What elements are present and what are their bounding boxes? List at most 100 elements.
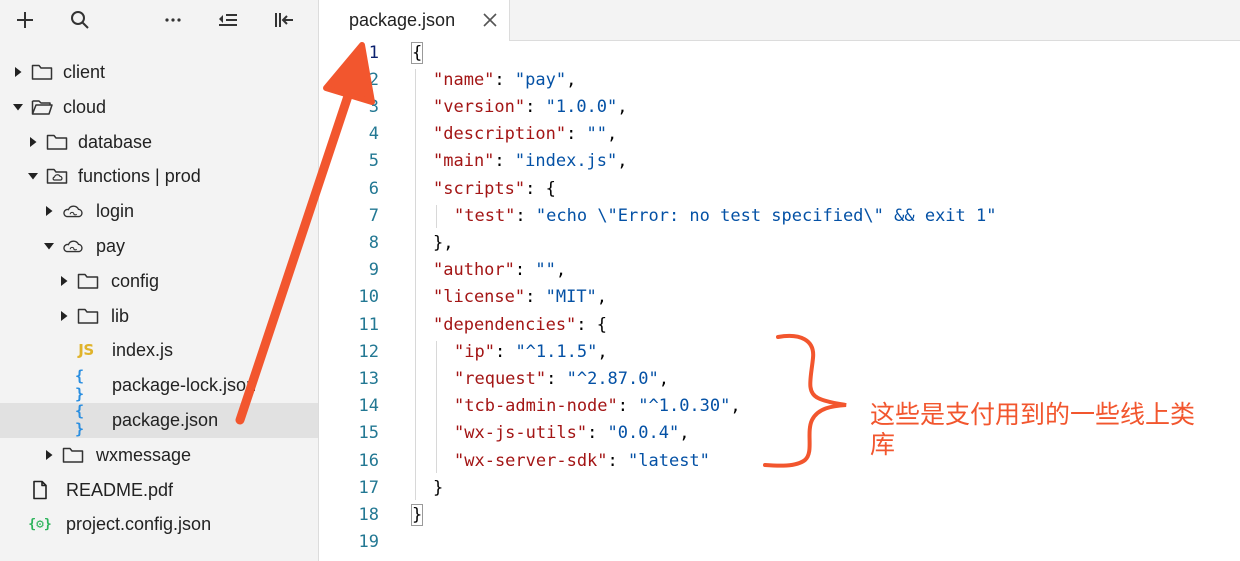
- tree-item-readme-pdf[interactable]: README.pdf: [0, 473, 318, 508]
- tab-label: package.json: [349, 10, 456, 30]
- tree-item-index-js[interactable]: JS index.js: [0, 333, 318, 368]
- line-number: 8: [368, 232, 379, 253]
- line-number: 18: [358, 504, 379, 525]
- folder-icon: [62, 445, 84, 465]
- line-number: 4: [368, 124, 379, 145]
- code-line[interactable]: "author": "",: [433, 257, 566, 284]
- tree-item-lib[interactable]: lib: [0, 299, 318, 334]
- code-line[interactable]: "request": "^2.87.0",: [454, 366, 669, 393]
- indent-guide: [436, 204, 437, 228]
- folder-icon: [31, 62, 53, 82]
- search-icon[interactable]: [65, 6, 95, 34]
- caret-down-icon[interactable]: [43, 240, 55, 252]
- line-number: 14: [358, 396, 379, 417]
- tree-item-label: client: [63, 62, 106, 82]
- tree-item-package-lock-json[interactable]: { } package-lock.json: [0, 367, 318, 404]
- tree-item-label: project.config.json: [66, 514, 212, 535]
- line-number: 17: [358, 477, 379, 498]
- tree-item-login[interactable]: login: [0, 194, 318, 229]
- tree-item-label: wxmessage: [96, 444, 192, 465]
- caret-right-icon[interactable]: [43, 449, 55, 461]
- indent-guide: [415, 68, 416, 500]
- caret-right-icon[interactable]: [27, 136, 39, 148]
- folder-open-icon: [31, 97, 53, 117]
- tree-item-pay[interactable]: pay: [0, 229, 318, 264]
- folder-icon: [77, 306, 99, 326]
- line-number: 7: [368, 205, 379, 226]
- code-line[interactable]: }: [433, 475, 443, 502]
- toggle-panel-icon[interactable]: [270, 6, 300, 34]
- tree-item-database[interactable]: database: [0, 125, 318, 160]
- tree-item-label: config: [111, 270, 160, 291]
- line-number: 15: [358, 423, 379, 444]
- caret-down-icon[interactable]: [27, 170, 39, 182]
- js-file-icon: JS: [78, 341, 94, 360]
- tree-item-label: package-lock.json: [112, 375, 257, 396]
- line-number: 9: [368, 260, 379, 281]
- line-number: 11: [358, 314, 379, 335]
- code-line[interactable]: "license": "MIT",: [433, 284, 607, 311]
- code-line[interactable]: "ip": "^1.1.5",: [454, 339, 608, 366]
- close-icon[interactable]: [481, 11, 499, 29]
- plus-icon[interactable]: [10, 6, 40, 34]
- json-file-icon: { }: [75, 367, 85, 404]
- line-number: 6: [368, 178, 379, 199]
- file-explorer: client cloud database functions | prod login…: [0, 0, 319, 561]
- tree-item-client[interactable]: client: [0, 55, 318, 90]
- cloud-function-icon: [62, 201, 84, 221]
- code-line[interactable]: "main": "index.js",: [433, 148, 628, 175]
- code-line[interactable]: "dependencies": {: [433, 312, 607, 339]
- ide-window: client cloud database functions | prod login…: [0, 0, 1240, 561]
- line-number: 12: [358, 341, 379, 362]
- line-number: 13: [358, 368, 379, 389]
- config-file-icon: {⚙}: [28, 516, 52, 532]
- caret-right-icon[interactable]: [12, 66, 24, 78]
- json-file-icon: { }: [75, 401, 85, 438]
- tree-item-cloud[interactable]: cloud: [0, 90, 318, 125]
- code-line[interactable]: "name": "pay",: [433, 67, 576, 94]
- code-line[interactable]: }: [410, 502, 424, 529]
- code-line[interactable]: "scripts": {: [433, 176, 556, 203]
- code-line[interactable]: "test": "echo \"Error: no test specified…: [454, 203, 996, 230]
- tree-item-label: README.pdf: [66, 479, 174, 500]
- collapse-list-icon[interactable]: [213, 6, 243, 34]
- tab-package-json[interactable]: package.json: [319, 0, 510, 41]
- tree-item-package-json[interactable]: { } package.json: [0, 401, 318, 438]
- code-line[interactable]: "wx-js-utils": "0.0.4",: [454, 420, 689, 447]
- caret-right-icon[interactable]: [43, 205, 55, 217]
- tree-item-config[interactable]: config: [0, 264, 318, 299]
- line-number: 3: [368, 96, 379, 117]
- code-line[interactable]: "wx-server-sdk": "latest": [454, 448, 710, 475]
- cloud-function-icon: [62, 236, 84, 256]
- tree-item-label: cloud: [63, 96, 107, 117]
- tree-item-label: index.js: [112, 340, 174, 361]
- line-number: 16: [358, 450, 379, 471]
- tree-item-label: lib: [111, 305, 130, 326]
- explorer-toolbar: [0, 0, 318, 40]
- caret-right-icon[interactable]: [58, 310, 70, 322]
- annotation-text: 这些是支付用到的一些线上类库: [870, 400, 1196, 459]
- code-editor[interactable]: 1 2 3 4 5 6 7 8 9 10 11 12 13 14 15 16 17 18 19 {"name": "…: [319, 41, 1240, 561]
- more-icon[interactable]: [158, 6, 188, 34]
- code-line[interactable]: "version": "1.0.0",: [433, 94, 628, 121]
- caret-right-icon[interactable]: [58, 275, 70, 287]
- cloud-folder-icon: [46, 166, 68, 186]
- line-number: 5: [368, 151, 379, 172]
- code-line[interactable]: },: [433, 230, 453, 257]
- tree-item-wxmessage[interactable]: wxmessage: [0, 438, 318, 473]
- caret-down-icon[interactable]: [12, 101, 24, 113]
- line-number: 19: [358, 532, 379, 553]
- file-icon: [29, 480, 51, 500]
- file-tree: client cloud database functions | prod login…: [0, 55, 318, 542]
- tree-item-functions-prod[interactable]: functions | prod: [0, 159, 318, 194]
- tree-item-label: pay: [96, 235, 126, 256]
- tree-item-project-config-json[interactable]: {⚙} project.config.json: [0, 507, 318, 542]
- line-number: 2: [368, 69, 379, 90]
- line-number: 1: [368, 42, 379, 63]
- code-line[interactable]: {: [410, 40, 424, 67]
- indent-guide: [436, 340, 437, 473]
- code-line[interactable]: "tcb-admin-node": "^1.0.30",: [454, 393, 741, 420]
- tree-item-label: functions | prod: [78, 166, 201, 187]
- code-line[interactable]: "description": "",: [433, 121, 617, 148]
- folder-icon: [77, 271, 99, 291]
